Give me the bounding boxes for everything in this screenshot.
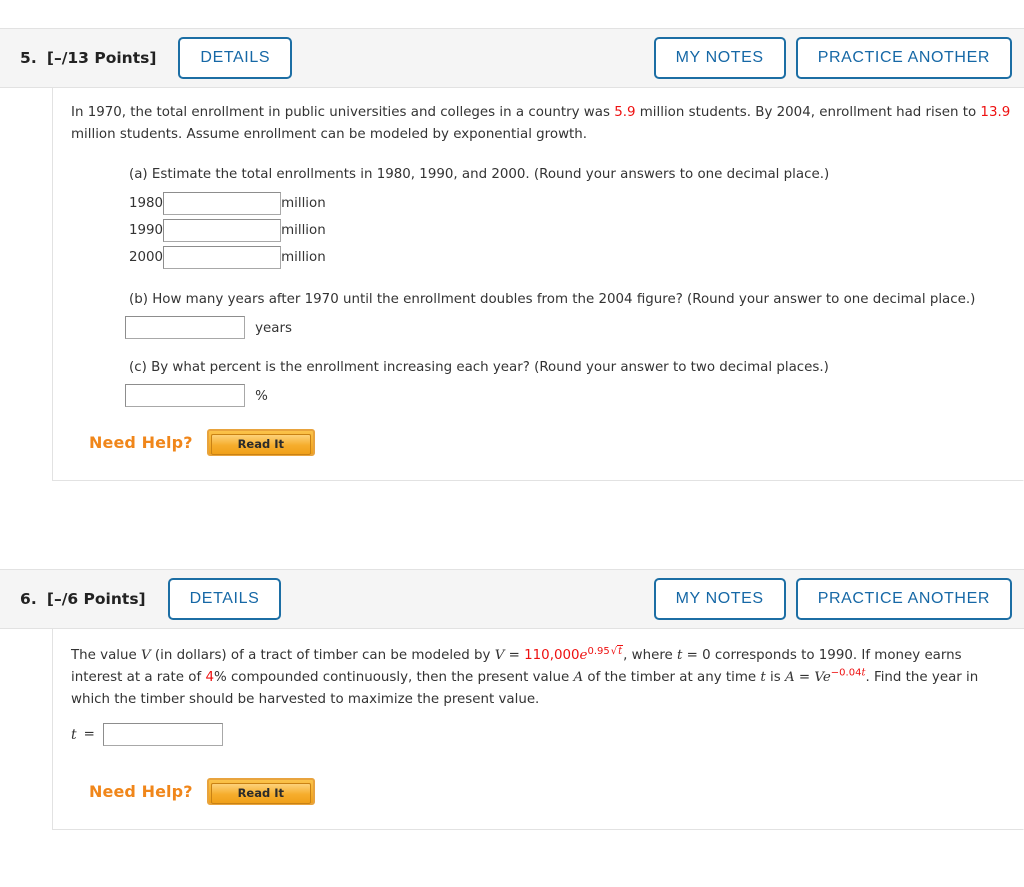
stem6-var-v2: V [494,648,505,663]
stem6-text-4: , where [623,648,678,663]
problem-6-number: 6. [20,590,37,608]
stem6-exponent: 0.95√t [587,644,624,657]
problem-6-points: [–/6 Points] [46,590,146,608]
problem-5: 5. [–/13 Points] DETAILS MY NOTES PRACTI… [0,28,1024,481]
stem6-interest-rate: 4 [205,670,214,685]
need-help-row-6: Need Help? Read It [89,778,1013,805]
part-a-unit-2000: million [281,250,326,265]
part-a-answer-table: 1980 million 1990 million 2000 million [129,190,326,271]
part-b-unit: years [255,321,292,336]
stem6-exponent-2: −0.04t [831,668,866,679]
part-c-answer-row: % [125,384,1013,407]
stem6-ve-term: Ve [814,670,831,685]
part-a-unit-1990: million [281,223,326,238]
stem-text-part-2: million students. By 2004, enrollment ha… [635,105,981,120]
answer-input-part-c[interactable] [125,384,245,407]
part-b-label: (b) How many years after 1970 until the … [129,292,976,307]
need-help-row-5: Need Help? Read It [89,429,1013,456]
t-answer-label: t [71,726,77,743]
problem-6-body: The value V (in dollars) of a tract of t… [52,629,1024,830]
answer-input-2000[interactable] [163,246,282,269]
part-a-unit-1980: million [281,196,326,211]
stem6-exponent-coefficient: 0.95 [587,645,610,657]
part-a-block: (a) Estimate the total enrollments in 19… [129,164,1013,271]
read-it-label-5: Read It [210,434,312,455]
answer-input-t[interactable] [102,723,223,746]
table-row: 1980 million [129,190,326,217]
details-button-5[interactable]: DETAILS [178,37,293,79]
problem-6-header-actions: MY NOTES PRACTICE ANOTHER [653,578,1012,620]
table-row: 1990 million [129,217,326,244]
part-a-year-1980: 1980 [129,196,164,211]
problem-6: 6. [–/6 Points] DETAILS MY NOTES PRACTIC… [0,569,1024,830]
problem-6-header: 6. [–/6 Points] DETAILS MY NOTES PRACTIC… [0,569,1024,629]
part-c-block: (c) By what percent is the enrollment in… [125,357,1013,407]
need-help-label-6: Need Help? [89,782,193,801]
details-button-6[interactable]: DETAILS [167,578,282,620]
stem6-text-3: = [504,648,525,663]
problem-5-stem: In 1970, the total enrollment in public … [71,102,1013,146]
t-answer-equals: = [83,727,95,742]
stem-value-2004: 13.9 [980,105,1011,120]
read-it-button-6[interactable]: Read It [206,778,316,805]
stem-text-part-3: million students. Assume enrollment can … [71,127,588,142]
stem6-text-9: = [794,670,815,685]
part-b-block: (b) How many years after 1970 until the … [125,289,1013,339]
problem-5-header-actions: MY NOTES PRACTICE ANOTHER [653,37,1012,79]
part-a-year-1990: 1990 [129,223,164,238]
stem-value-1970: 5.9 [614,105,636,120]
stem6-text-1: The value [71,648,141,663]
problem-5-points: [–/13 Points] [46,49,157,67]
stem6-text-7: of the timber at any time [583,670,761,685]
stem6-coefficient: 110,000 [524,648,580,663]
table-row: 2000 million [129,244,326,271]
answer-input-1990[interactable] [163,219,282,242]
problem-6-stem: The value V (in dollars) of a tract of t… [71,644,1013,711]
read-it-label-6: Read It [210,783,312,804]
answer-input-part-b[interactable] [125,316,245,339]
practice-another-button-6[interactable]: PRACTICE ANOTHER [795,578,1012,620]
practice-another-button-5[interactable]: PRACTICE ANOTHER [795,37,1012,79]
part-c-label: (c) By what percent is the enrollment in… [129,360,829,375]
answer-input-1980[interactable] [163,192,282,215]
part-a-label: (a) Estimate the total enrollments in 19… [129,167,830,182]
my-notes-button-5[interactable]: MY NOTES [653,37,786,79]
problem-5-number: 5. [20,49,37,67]
need-help-label-5: Need Help? [89,433,193,452]
stem6-text-6: % compounded continuously, then the pres… [213,670,574,685]
stem6-text-8: is [765,670,785,685]
read-it-button-5[interactable]: Read It [206,429,316,456]
stem6-text-2: (in dollars) of a tract of timber can be… [150,648,495,663]
problem-5-body: In 1970, the total enrollment in public … [52,88,1024,481]
my-notes-button-6[interactable]: MY NOTES [653,578,786,620]
stem6-var-a2: A [785,670,795,685]
stem6-var-v: V [141,648,151,663]
stem6-var-a: A [573,670,584,685]
stem6-radicand: t [617,644,624,657]
part-b-answer-row: years [125,316,1013,339]
problem-5-header: 5. [–/13 Points] DETAILS MY NOTES PRACTI… [0,28,1024,88]
stem-text-part-1: In 1970, the total enrollment in public … [71,105,615,120]
stem6-exponent-2-coefficient: −0.04 [830,667,862,679]
problem-6-answer-row: t = [71,723,1013,746]
part-c-unit: % [255,389,268,404]
part-a-year-2000: 2000 [129,250,164,265]
